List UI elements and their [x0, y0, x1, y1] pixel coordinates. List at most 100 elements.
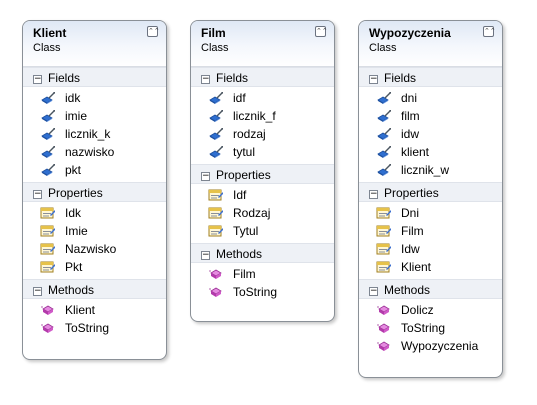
member-item[interactable]: licznik_w — [359, 161, 502, 179]
section-header[interactable]: − Fields — [359, 67, 502, 87]
member-item[interactable]: Wypozyczenia — [359, 337, 502, 355]
section-title: Methods — [384, 283, 431, 297]
section-header[interactable]: − Fields — [23, 67, 166, 87]
member-item[interactable]: Tytul — [191, 222, 334, 240]
member-list: dni film idw klient licznik_w — [359, 87, 502, 182]
member-list: Dolicz ToString Wypozyczenia — [359, 299, 502, 358]
section-header[interactable]: − Methods — [191, 243, 334, 263]
field-icon — [376, 127, 392, 141]
member-item[interactable]: ToString — [359, 319, 502, 337]
member-item[interactable]: idf — [191, 89, 334, 107]
section-header[interactable]: − Fields — [191, 67, 334, 87]
member-label: Idk — [65, 206, 82, 220]
member-item[interactable]: licznik_f — [191, 107, 334, 125]
member-label: idf — [233, 91, 246, 105]
member-label: Idf — [233, 188, 247, 202]
property-icon — [376, 242, 392, 256]
section-header[interactable]: − Methods — [23, 279, 166, 299]
member-item[interactable]: imie — [23, 107, 166, 125]
field-icon — [40, 163, 56, 177]
section-fields: − Fields idf licznik_frodzaj tytul — [191, 67, 334, 164]
minus-toggle-icon[interactable]: − — [201, 251, 210, 260]
minus-toggle-icon[interactable]: − — [369, 287, 378, 296]
minus-toggle-icon[interactable]: − — [33, 75, 42, 84]
minus-toggle-icon[interactable]: − — [33, 190, 42, 199]
member-label: Pkt — [65, 260, 83, 274]
member-item[interactable]: pkt — [23, 161, 166, 179]
member-label: rodzaj — [233, 127, 266, 141]
section-header[interactable]: − Properties — [191, 164, 334, 184]
section-fields: − Fields idk imie licznik_k nazwisko pkt — [23, 67, 166, 182]
field-icon — [40, 145, 56, 159]
section-title: Fields — [216, 71, 249, 85]
member-item[interactable]: dni — [359, 89, 502, 107]
member-item[interactable]: Dolicz — [359, 301, 502, 319]
field-icon — [376, 91, 392, 105]
member-item[interactable]: rodzaj — [191, 125, 334, 143]
class-box-film[interactable]: Film Class ⌃⌃ − Fields idf licznik_f rodzaj t… — [190, 20, 335, 322]
collapse-icon[interactable]: ⌃⌃ — [147, 26, 160, 37]
class-box-wypozyczenia[interactable]: Wypozyczenia Class ⌃⌃ − Fields dni film idw k… — [358, 20, 503, 378]
member-list: Dni Film Idw Klient — [359, 202, 502, 279]
field-icon — [208, 127, 224, 141]
method-icon — [40, 303, 56, 317]
section-methods: − Methods Film ToString — [191, 243, 334, 304]
field-icon — [208, 145, 224, 159]
member-item[interactable]: Idk — [23, 204, 166, 222]
collapse-icon[interactable]: ⌃⌃ — [483, 26, 496, 37]
member-item[interactable]: Idw — [359, 240, 502, 258]
minus-toggle-icon[interactable]: − — [33, 287, 42, 296]
property-icon — [376, 224, 392, 238]
member-item[interactable]: licznik_k — [23, 125, 166, 143]
class-header: Wypozyczenia Class ⌃⌃ — [359, 21, 502, 67]
member-label: Nazwisko — [65, 242, 117, 256]
member-item[interactable]: ToString — [23, 319, 166, 337]
member-item[interactable]: Dni — [359, 204, 502, 222]
class-box-klient[interactable]: Klient Class ⌃⌃ − Fields idk imie licznik_k n… — [22, 20, 167, 360]
section-title: Methods — [48, 283, 95, 297]
minus-toggle-icon[interactable]: − — [369, 75, 378, 84]
section-methods: − Methods Dolicz ToString Wypozyczenia — [359, 279, 502, 358]
section-header[interactable]: − Properties — [359, 182, 502, 202]
member-label: idk — [65, 91, 81, 105]
member-label: tytul — [233, 145, 256, 159]
member-item[interactable]: nazwisko — [23, 143, 166, 161]
member-label: pkt — [65, 163, 82, 177]
member-label: klient — [401, 145, 430, 159]
member-item[interactable]: Imie — [23, 222, 166, 240]
section-title: Properties — [384, 186, 439, 200]
property-icon — [376, 260, 392, 274]
member-list: Idk Imie Nazwisko Pkt — [23, 202, 166, 279]
member-label: idw — [401, 127, 420, 141]
section-header[interactable]: − Methods — [359, 279, 502, 299]
member-label: imie — [65, 109, 88, 123]
member-item[interactable]: tytul — [191, 143, 334, 161]
member-item[interactable]: Klient — [359, 258, 502, 276]
member-label: film — [401, 109, 420, 123]
member-label: Tytul — [233, 224, 259, 238]
member-item[interactable]: Film — [359, 222, 502, 240]
method-icon — [40, 321, 56, 335]
method-icon — [376, 339, 392, 353]
member-item[interactable]: film — [359, 107, 502, 125]
minus-toggle-icon[interactable]: − — [369, 190, 378, 199]
section-properties: − Properties Idf Rodzaj Tytul — [191, 164, 334, 243]
section-header[interactable]: − Properties — [23, 182, 166, 202]
minus-toggle-icon[interactable]: − — [201, 172, 210, 181]
field-icon — [208, 109, 224, 123]
member-item[interactable]: idk — [23, 89, 166, 107]
member-item[interactable]: Film — [191, 265, 334, 283]
member-list: Idf Rodzaj Tytul — [191, 184, 334, 243]
member-item[interactable]: Rodzaj — [191, 204, 334, 222]
class-header: Klient Class ⌃⌃ — [23, 21, 166, 67]
member-item[interactable]: Idf — [191, 186, 334, 204]
member-item[interactable]: Pkt — [23, 258, 166, 276]
member-item[interactable]: idw — [359, 125, 502, 143]
member-label: ToString — [65, 321, 110, 335]
member-item[interactable]: ToString — [191, 283, 334, 301]
member-item[interactable]: Klient — [23, 301, 166, 319]
collapse-icon[interactable]: ⌃⌃ — [315, 26, 328, 37]
member-item[interactable]: klient — [359, 143, 502, 161]
member-item[interactable]: Nazwisko — [23, 240, 166, 258]
minus-toggle-icon[interactable]: − — [201, 75, 210, 84]
